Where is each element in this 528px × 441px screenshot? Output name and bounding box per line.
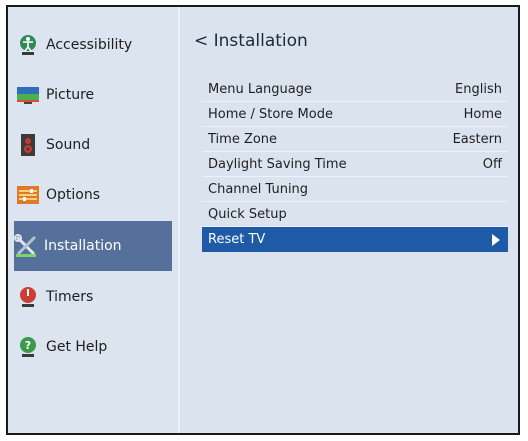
menu-row-label: Menu Language [208, 81, 312, 97]
menu-row-menu-language[interactable]: Menu Language English [202, 77, 508, 102]
menu-row-reset-tv[interactable]: Reset TV [202, 227, 508, 252]
chevron-right-icon [492, 233, 500, 246]
menu-row-quick-setup[interactable]: Quick Setup [202, 202, 508, 227]
sidebar-item-label: Picture [46, 87, 95, 103]
menu-row-value: Eastern [452, 131, 502, 147]
picture-icon [16, 83, 40, 107]
menu-row-daylight-saving-time[interactable]: Daylight Saving Time Off [202, 152, 508, 177]
options-icon [16, 183, 40, 207]
menu-row-value: English [455, 81, 502, 97]
menu-row-label: Quick Setup [208, 206, 287, 222]
sidebar-item-sound[interactable]: Sound [16, 121, 172, 169]
sidebar-item-timers[interactable]: Timers [16, 273, 172, 321]
sidebar-item-label: Get Help [46, 339, 108, 355]
menu-row-label: Time Zone [208, 131, 278, 147]
page-title[interactable]: < Installation [194, 31, 308, 51]
help-icon: ? [16, 335, 40, 359]
tv-menu-frame: Accessibility Picture Sound Options Inst… [6, 5, 520, 435]
menu-row-value: Off [482, 156, 502, 172]
sidebar-item-installation[interactable]: Installation [14, 221, 172, 271]
tools-icon [14, 234, 38, 258]
sidebar-item-label: Timers [46, 289, 94, 305]
sidebar-item-label: Installation [44, 238, 122, 254]
installation-menu: Menu Language English Home / Store Mode … [202, 77, 508, 252]
menu-row-label: Daylight Saving Time [208, 156, 347, 172]
sidebar-item-label: Accessibility [46, 37, 133, 53]
menu-row-value: Home [463, 106, 502, 122]
sidebar-item-label: Options [46, 187, 101, 203]
menu-row-label: Reset TV [208, 232, 266, 247]
accessibility-icon [16, 33, 40, 57]
svg-text:?: ? [25, 339, 31, 352]
menu-row-channel-tuning[interactable]: Channel Tuning [202, 177, 508, 202]
sidebar-item-get-help[interactable]: ? Get Help [16, 323, 172, 371]
sidebar-item-accessibility[interactable]: Accessibility [16, 21, 172, 69]
main-panel: < Installation Menu Language English Hom… [180, 7, 518, 433]
sidebar: Accessibility Picture Sound Options Inst… [8, 7, 178, 433]
timer-icon [16, 285, 40, 309]
speaker-icon [16, 133, 40, 157]
menu-row-time-zone[interactable]: Time Zone Eastern [202, 127, 508, 152]
menu-row-home-store-mode[interactable]: Home / Store Mode Home [202, 102, 508, 127]
sidebar-item-label: Sound [46, 137, 91, 153]
sidebar-item-options[interactable]: Options [16, 171, 172, 219]
sidebar-item-picture[interactable]: Picture [16, 71, 172, 119]
menu-row-label: Home / Store Mode [208, 106, 333, 122]
menu-row-label: Channel Tuning [208, 181, 309, 197]
